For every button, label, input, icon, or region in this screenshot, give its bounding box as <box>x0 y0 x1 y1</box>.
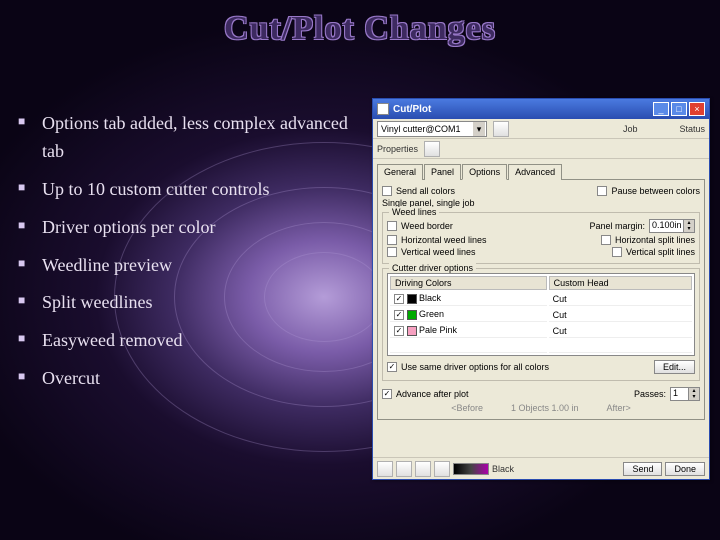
properties-label[interactable]: Properties <box>377 144 418 154</box>
device-toolbar: Vinyl cutter@COM1 Job Status <box>373 119 709 139</box>
pause-label: Pause between colors <box>611 186 700 196</box>
maximize-button[interactable]: □ <box>671 102 687 116</box>
row-head: Cut <box>549 308 692 322</box>
minimize-button[interactable]: _ <box>653 102 669 116</box>
bottom-toolbar: Black Send Done <box>373 457 709 479</box>
col-driving[interactable]: Driving Colors <box>390 276 547 290</box>
tab-advanced[interactable]: Advanced <box>508 164 562 180</box>
swatch-pink <box>407 326 417 336</box>
table-row[interactable]: Pale Pink Cut <box>390 324 692 338</box>
panel-margin-label: Panel margin: <box>589 221 645 231</box>
send-all-label: Send all colors <box>396 186 455 196</box>
pointer-icon[interactable] <box>377 461 393 477</box>
titlebar[interactable]: Cut/Plot _ □ × <box>373 99 709 119</box>
done-button[interactable]: Done <box>665 462 705 476</box>
close-button[interactable]: × <box>689 102 705 116</box>
bullet-item: Split weedlines <box>18 289 358 317</box>
bullet-list: Options tab added, less complex advanced… <box>18 110 358 403</box>
row-name: Pale Pink <box>419 325 457 335</box>
hweed-label: Horizontal weed lines <box>401 235 487 245</box>
pause-checkbox[interactable] <box>597 186 607 196</box>
bullet-item: Options tab added, less complex advanced… <box>18 110 358 166</box>
cutter-options-legend: Cutter driver options <box>389 263 476 273</box>
col-custom[interactable]: Custom Head <box>549 276 692 290</box>
vweed-checkbox[interactable] <box>387 247 397 257</box>
row-check[interactable] <box>394 294 404 304</box>
same-driver-checkbox[interactable] <box>387 362 397 372</box>
advance-checkbox[interactable] <box>382 389 392 399</box>
driver-table: Driving Colors Custom Head Black Cut Gre… <box>387 273 695 356</box>
device-combo[interactable]: Vinyl cutter@COM1 <box>377 121 487 137</box>
window-icon <box>377 103 389 115</box>
row-check[interactable] <box>394 326 404 336</box>
table-row[interactable]: Green Cut <box>390 308 692 322</box>
bullet-item: Up to 10 custom cutter controls <box>18 176 358 204</box>
weedlines-group: Weed lines Weed border Panel margin: 0.1… <box>382 212 700 264</box>
hsplit-label: Horizontal split lines <box>615 235 695 245</box>
tab-strip: General Panel Options Advanced <box>377 163 705 180</box>
weed-border-checkbox[interactable] <box>387 221 397 231</box>
slide-title: Cut/Plot Changes <box>0 10 720 48</box>
tab-options[interactable]: Options <box>462 164 507 180</box>
row-name: Green <box>419 309 444 319</box>
row-check[interactable] <box>394 310 404 320</box>
vweed-label: Vertical weed lines <box>401 247 476 257</box>
properties-icon[interactable] <box>424 141 440 157</box>
tab-general[interactable]: General <box>377 164 423 180</box>
edit-button[interactable]: Edit... <box>654 360 695 374</box>
before-button[interactable]: <Before <box>451 403 483 413</box>
color-bar[interactable] <box>453 463 489 475</box>
lock-icon[interactable] <box>434 461 450 477</box>
row-head: Cut <box>549 324 692 338</box>
status-label: Status <box>679 124 705 134</box>
weedlines-legend: Weed lines <box>389 207 439 217</box>
bullet-item: Easyweed removed <box>18 327 358 355</box>
hsplit-checkbox[interactable] <box>601 235 611 245</box>
options-panel: Send all colors Pause between colors Sin… <box>377 180 705 420</box>
same-driver-label: Use same driver options for all colors <box>401 362 549 372</box>
advance-label: Advance after plot <box>396 389 469 399</box>
vsplit-label: Vertical split lines <box>626 247 695 257</box>
zoom-out-icon[interactable] <box>396 461 412 477</box>
row-name: Black <box>419 293 441 303</box>
row-head: Cut <box>549 292 692 306</box>
window-title: Cut/Plot <box>393 104 651 115</box>
table-row[interactable]: Black Cut <box>390 292 692 306</box>
cutplot-window: Cut/Plot _ □ × Vinyl cutter@COM1 Job Sta… <box>372 98 710 480</box>
panel-margin-input[interactable]: 0.100in <box>649 219 695 233</box>
copies-info: 1 Objects 1.00 in <box>511 403 579 413</box>
bullet-item: Weedline preview <box>18 252 358 280</box>
job-label: Job <box>623 124 638 134</box>
zoom-in-icon[interactable] <box>415 461 431 477</box>
device-icon[interactable] <box>493 121 509 137</box>
after-button[interactable]: After> <box>607 403 631 413</box>
swatch-green <box>407 310 417 320</box>
vsplit-checkbox[interactable] <box>612 247 622 257</box>
current-color-label: Black <box>492 464 514 474</box>
props-toolbar: Properties <box>373 139 709 159</box>
tab-panel[interactable]: Panel <box>424 164 461 180</box>
hweed-checkbox[interactable] <box>387 235 397 245</box>
weed-border-label: Weed border <box>401 221 453 231</box>
swatch-black <box>407 294 417 304</box>
bullet-item: Driver options per color <box>18 214 358 242</box>
send-button[interactable]: Send <box>623 462 662 476</box>
passes-label: Passes: <box>634 389 666 399</box>
send-all-checkbox[interactable] <box>382 186 392 196</box>
cutter-options-group: Cutter driver options Driving Colors Cus… <box>382 268 700 381</box>
bullet-item: Overcut <box>18 365 358 393</box>
passes-input[interactable]: 1 <box>670 387 700 401</box>
